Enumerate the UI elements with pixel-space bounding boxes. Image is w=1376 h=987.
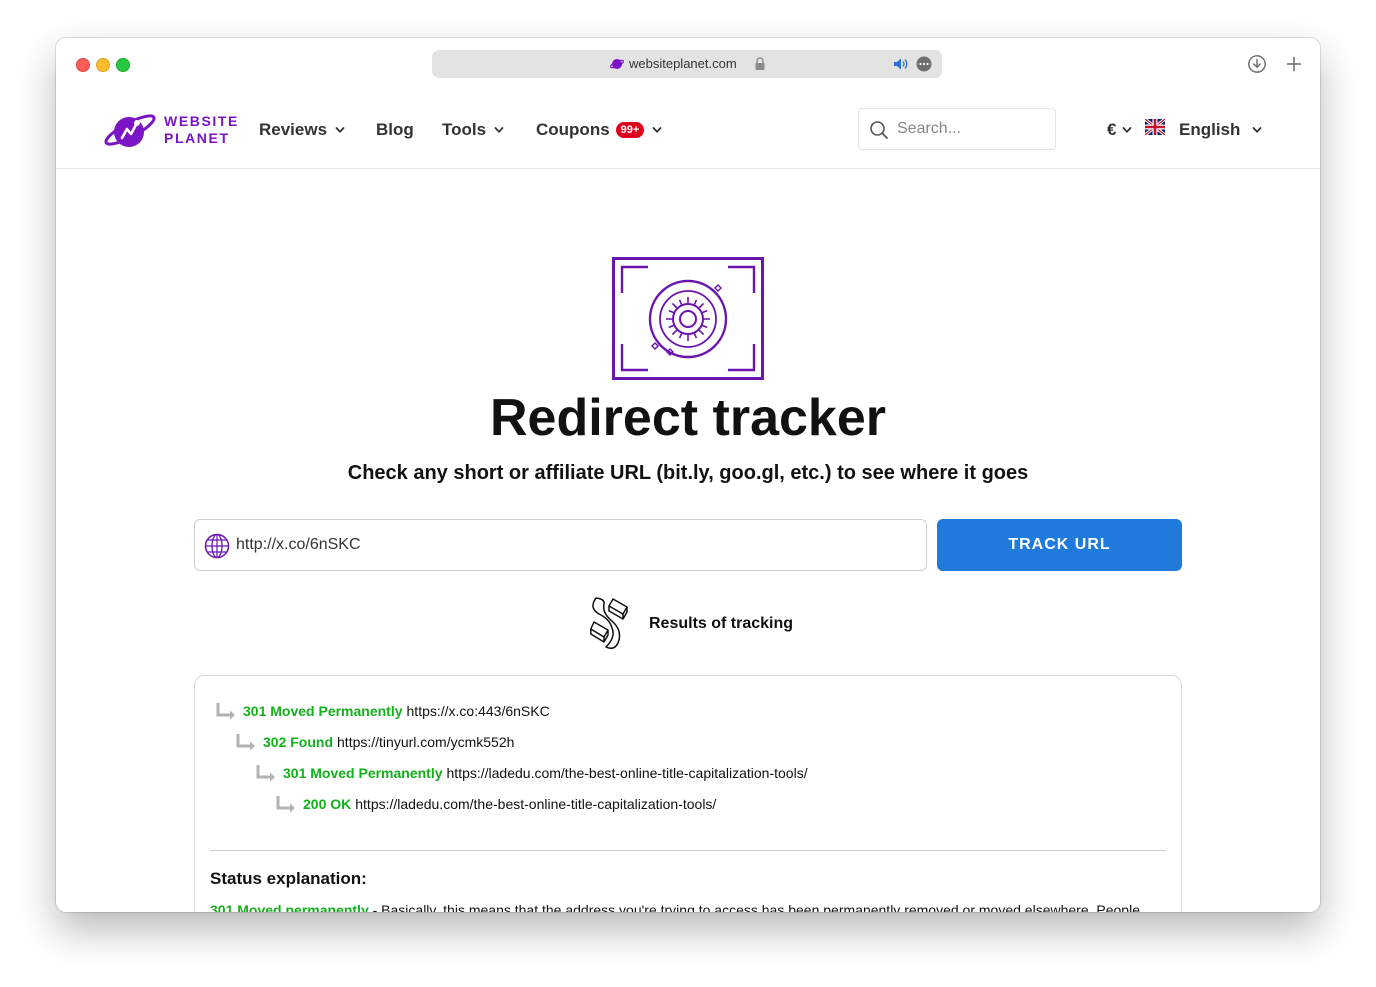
explanation-body: - Basically, this means that the address… (368, 902, 1140, 912)
nav-coupons-label: Coupons (536, 120, 610, 139)
redirect-arrow-icon (256, 765, 275, 782)
redirect-tracker-icon (612, 257, 764, 380)
browser-window: websiteplanet.com WEBSITE PLANET Reviews… (56, 38, 1320, 912)
audio-playing-icon[interactable] (893, 57, 909, 71)
results-label: Results of tracking (649, 615, 794, 632)
nav-reviews-label: Reviews (259, 120, 328, 139)
redirect-status: 301 Moved Permanently (283, 765, 443, 781)
language-selector[interactable]: English (1179, 120, 1262, 140)
results-divider (210, 850, 1166, 851)
currency-selector[interactable]: € (1107, 120, 1132, 140)
nav-coupons[interactable]: Coupons 99+ (536, 120, 662, 140)
status-explanation-text: 301 Moved permanently - Basically, this … (210, 902, 1140, 912)
page-title: Redirect tracker (490, 389, 886, 447)
address-text: websiteplanet.com (629, 56, 737, 71)
redirect-status: 302 Found (263, 734, 334, 750)
planet-logo-icon (104, 114, 156, 147)
redirect-url: https://x.co:443/6nSKC (406, 703, 550, 719)
search-placeholder: Search... (897, 120, 962, 137)
url-input-value: http://x.co/6nSKC (236, 536, 361, 553)
nav-tools-label: Tools (442, 120, 487, 139)
page-subtitle: Check any short or affiliate URL (bit.ly… (347, 462, 1029, 484)
site-header: WEBSITE PLANET Reviews Blog Tools Coupon… (56, 90, 1320, 169)
website-planet-logo[interactable]: WEBSITE PLANET (102, 110, 242, 150)
zoom-window-button[interactable] (116, 58, 130, 72)
globe-icon (204, 533, 230, 559)
chevron-down-icon (494, 127, 504, 133)
download-icon[interactable] (1247, 54, 1267, 74)
redirect-status: 200 OK (303, 796, 352, 812)
redirect-arrow-icon (216, 703, 235, 720)
redirect-status: 301 Moved Permanently (243, 703, 403, 719)
results-header: Results of tracking (590, 593, 810, 653)
explanation-status: 301 Moved permanently (210, 902, 369, 912)
close-window-button[interactable] (76, 58, 90, 72)
redirect-arrow-icon (236, 734, 255, 751)
minimize-window-button[interactable] (96, 58, 110, 72)
logo-text-line2: PLANET (164, 130, 230, 146)
chevron-down-icon (335, 127, 345, 133)
redirect-url: https://tinyurl.com/ycmk552h (337, 734, 515, 750)
logo-text-line1: WEBSITE (164, 113, 239, 129)
track-url-button[interactable]: TRACK URL (937, 519, 1182, 571)
chevron-down-icon (652, 127, 662, 133)
redirect-row: 302 Found https://tinyurl.com/ycmk552h (235, 733, 514, 751)
coupons-count-badge: 99+ (615, 122, 645, 138)
currency-symbol: € (1107, 120, 1117, 139)
nav-reviews[interactable]: Reviews (259, 120, 345, 140)
uk-flag-icon (1145, 119, 1165, 135)
redirect-url: https://ladedu.com/the-best-online-title… (446, 765, 808, 781)
site-search-input[interactable]: Search... (858, 108, 1056, 150)
lock-icon (755, 57, 765, 70)
chevron-down-icon (1123, 127, 1132, 133)
redirect-row: 200 OK https://ladedu.com/the-best-onlin… (275, 795, 716, 813)
results-panel: 301 Moved Permanently https://x.co:443/6… (194, 675, 1182, 912)
browser-titlebar: websiteplanet.com (56, 38, 1320, 90)
status-explanation-heading: Status explanation: (210, 869, 367, 888)
nav-blog[interactable]: Blog (376, 120, 414, 140)
site-favicon-icon (610, 59, 624, 69)
chevron-down-icon (1253, 127, 1262, 133)
new-tab-icon[interactable] (1284, 54, 1304, 74)
nav-tools[interactable]: Tools (442, 120, 504, 140)
more-options-icon[interactable] (916, 56, 932, 72)
url-input-field[interactable]: http://x.co/6nSKC (194, 519, 927, 571)
redirect-arrow-icon (276, 796, 295, 813)
address-bar[interactable]: websiteplanet.com (432, 50, 942, 78)
language-label: English (1179, 120, 1241, 139)
redirect-row: 301 Moved Permanently https://ladedu.com… (255, 764, 808, 782)
redirect-row: 301 Moved Permanently https://x.co:443/6… (215, 702, 550, 720)
redirect-links-icon (590, 597, 628, 650)
redirect-url: https://ladedu.com/the-best-online-title… (355, 796, 717, 812)
search-icon (870, 121, 888, 139)
nav-blog-label: Blog (376, 120, 414, 139)
